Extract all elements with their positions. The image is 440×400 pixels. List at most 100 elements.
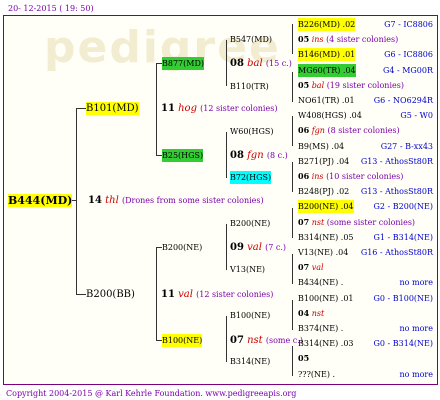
- gen2-note-1: (15 c.): [265, 59, 292, 68]
- gen4-queen[interactable]: B314(NE) .05: [298, 231, 354, 244]
- root-drone-line: thl: [105, 195, 119, 206]
- gen4-note: (some sister colonies): [326, 217, 416, 227]
- gen4-queen[interactable]: NO61(TR) .01: [298, 94, 355, 107]
- gen2-connector-4: [226, 316, 227, 362]
- gen4-lineage[interactable]: G1 - B314(NE): [374, 231, 434, 244]
- gen3-queen-5[interactable]: B200(NE): [230, 217, 270, 230]
- gen3-connector-1: [292, 24, 293, 54]
- gen3-connector-6: [292, 254, 293, 284]
- gen3-queen-8[interactable]: B314(NE): [230, 355, 270, 368]
- gen1-info-2: 11 val (12 sister colonies): [161, 288, 273, 301]
- gen4-queen[interactable]: B100(NE) .01: [298, 292, 354, 305]
- gen4-lineage[interactable]: G27 - B-xx43: [381, 140, 433, 153]
- gen4-drone-line: nst: [311, 217, 325, 227]
- gen4-queen[interactable]: B248(PJ) .02: [298, 185, 349, 198]
- gen4-lineage[interactable]: G4 - MG00R: [383, 64, 433, 77]
- gen2-note-2: (8 c.): [266, 151, 288, 160]
- gen4-lineage[interactable]: no more: [400, 276, 433, 289]
- gen4-lineage[interactable]: G5 - W0: [400, 109, 433, 122]
- root-connector-bottom: [76, 294, 86, 295]
- gen1-year-2: 11: [161, 289, 175, 300]
- gen3-connector-2: [292, 72, 293, 102]
- gen4-lineage[interactable]: G16 - AthosSt80R: [361, 246, 433, 259]
- gen4-mating-info: 07 nst (some sister colonies): [298, 216, 415, 229]
- gen4-queen[interactable]: ???(NE) .: [298, 368, 335, 381]
- gen4-lineage[interactable]: G2 - B200(NE): [374, 200, 434, 213]
- header-date: 20- 12-2015 ( 19: 50): [8, 4, 94, 13]
- gen3-connector-4: [292, 162, 293, 192]
- gen1-info-1: 11 hog (12 sister colonies): [161, 102, 277, 115]
- gen4-note: (4 sister colonies): [326, 35, 399, 45]
- gen4-queen[interactable]: B226(MD) .02: [298, 18, 356, 31]
- root-queen[interactable]: B444(MD): [8, 194, 73, 207]
- gen3-queen-1[interactable]: B547(MD): [230, 33, 272, 46]
- gen4-lineage[interactable]: G0 - B314(NE): [374, 337, 434, 350]
- gen2-line-4: nst: [247, 335, 263, 346]
- gen4-queen[interactable]: B146(MD) .01: [298, 48, 356, 62]
- gen4-lineage[interactable]: no more: [400, 322, 433, 335]
- gen2-queen-2[interactable]: B25(HGS): [162, 149, 204, 162]
- gen2-year-3: 09: [230, 242, 244, 253]
- gen2-connector-2: [226, 132, 227, 178]
- gen4-lineage[interactable]: G6 - IC8806: [384, 48, 433, 61]
- gen1-queen-2[interactable]: B200(BB): [86, 288, 135, 301]
- gen1-queen-1[interactable]: B101(MD): [86, 102, 139, 115]
- gen4-drone-line: ins: [311, 35, 324, 45]
- gen4-year: 07: [298, 262, 310, 273]
- root-year: 14: [88, 195, 102, 206]
- gen4-lineage[interactable]: G6 - NO6294R: [374, 94, 433, 107]
- gen2-line-1: bal: [247, 58, 263, 69]
- gen3-queen-4[interactable]: B72(HGS): [230, 171, 272, 184]
- gen3-queen-6[interactable]: V13(NE): [230, 263, 265, 276]
- gen4-lineage[interactable]: G13 - AthosSt80R: [361, 185, 433, 198]
- gen1-note-1: (12 sister colonies): [200, 104, 278, 113]
- gen2-connector-3: [226, 224, 227, 270]
- gen4-year: 06: [298, 125, 310, 136]
- gen2-note-3: (7 c.): [265, 243, 287, 252]
- gen4-drone-line: ins: [311, 172, 324, 181]
- gen4-note: (19 sister colonies): [326, 80, 404, 90]
- gen4-drone-line: bal: [311, 80, 325, 90]
- gen4-lineage[interactable]: G0 - B100(NE): [374, 292, 434, 305]
- gen3-queen-2[interactable]: B110(TR): [230, 80, 269, 93]
- gen4-year: 06: [298, 171, 310, 181]
- gen2-info-4: 07 nst (some c.): [230, 334, 303, 347]
- gen1-note-2: (12 sister colonies): [196, 290, 274, 299]
- gen4-mating-info: 06 fgn (8 sister colonies): [298, 124, 400, 137]
- gen2-connector-1: [226, 40, 227, 86]
- gen4-lineage[interactable]: G7 - IC8806: [384, 18, 433, 31]
- gen4-year: 07: [298, 216, 310, 227]
- gen4-mating-info: 05: [298, 352, 309, 365]
- gen4-queen[interactable]: W408(HGS) .04: [298, 109, 362, 122]
- gen2-year-2: 08: [230, 150, 244, 161]
- gen4-queen[interactable]: B200(NE) .04: [298, 200, 354, 214]
- gen2-queen-3[interactable]: B200(NE): [162, 241, 202, 254]
- gen4-queen[interactable]: B271(PJ) .04: [298, 155, 349, 168]
- gen2-queen-4[interactable]: B100(NE): [162, 334, 203, 347]
- gen3-queen-7[interactable]: B100(NE): [230, 309, 270, 322]
- gen4-queen[interactable]: V13(NE) .04: [298, 246, 348, 259]
- gen4-lineage[interactable]: G13 - AthosSt80R: [361, 155, 433, 168]
- gen3-queen-3[interactable]: W60(HGS): [230, 125, 274, 138]
- gen2-info-2: 08 fgn (8 c.): [230, 149, 288, 162]
- gen4-drone-line: val: [311, 263, 324, 273]
- gen4-lineage[interactable]: no more: [400, 368, 433, 381]
- gen4-note: (8 sister colonies): [327, 126, 400, 136]
- gen4-queen[interactable]: B9(MS) .04: [298, 140, 344, 153]
- gen3-connector-8: [292, 346, 293, 376]
- gen2-line-2: fgn: [247, 150, 264, 161]
- gen4-queen[interactable]: MG60(TR) .04: [298, 63, 356, 77]
- gen4-year: 05: [298, 353, 310, 364]
- gen2-info-3: 09 val (7 c.): [230, 241, 286, 254]
- root-connector-top: [76, 108, 86, 109]
- gen4-queen[interactable]: B374(NE) .: [298, 322, 343, 335]
- gen4-queen[interactable]: B314(NE) .03: [298, 337, 354, 350]
- gen4-mating-info: 05 bal (19 sister colonies): [298, 79, 404, 92]
- root-mating-info: 14 thl (Drones from some sister colonies…: [88, 194, 264, 207]
- gen1a-connector: [156, 63, 157, 155]
- gen3-connector-3: [292, 116, 293, 146]
- gen4-year: 05: [298, 79, 310, 90]
- gen4-queen[interactable]: B434(NE) .: [298, 276, 343, 289]
- gen2-queen-1[interactable]: B877(MD): [162, 57, 204, 70]
- gen4-mating-info: 07 val: [298, 261, 324, 274]
